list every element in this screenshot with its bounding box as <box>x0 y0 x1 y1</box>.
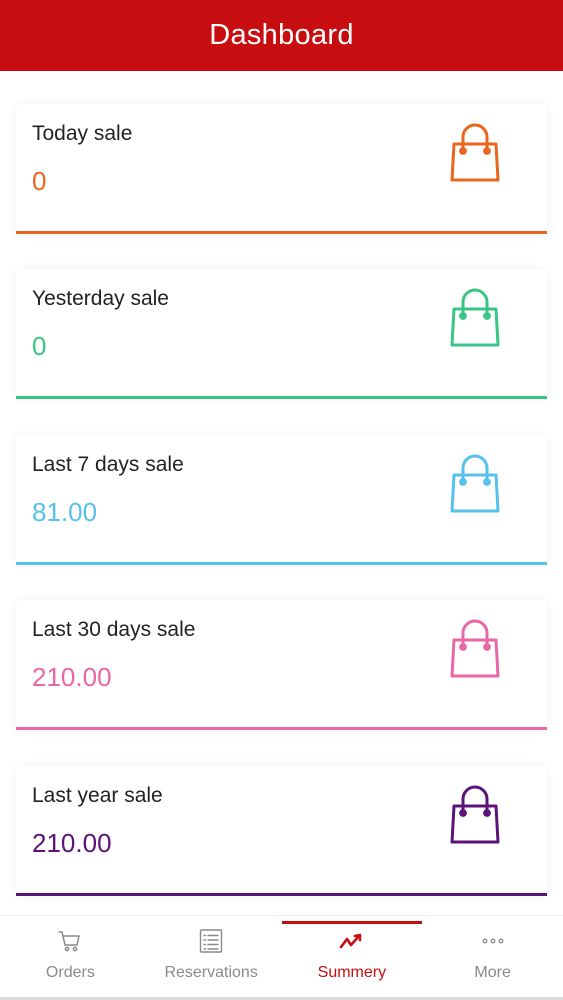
card-label: Last year sale <box>32 784 163 807</box>
shopping-bag-icon <box>446 619 504 679</box>
card-label: Last 7 days sale <box>32 453 184 476</box>
dashboard-content: Today sale 0 Yesterday sale 0 Last 7 day… <box>0 71 563 915</box>
nav-label: Summery <box>317 964 387 981</box>
nav-label: More <box>474 964 511 981</box>
shopping-bag-icon <box>446 123 504 183</box>
cart-icon <box>56 927 84 955</box>
card-label: Today sale <box>32 122 133 145</box>
card-value: 0 <box>32 166 47 196</box>
nav-item-reservations[interactable]: Reservations <box>141 916 282 1000</box>
shopping-bag-icon <box>446 785 504 845</box>
card-label: Last 30 days sale <box>32 618 196 641</box>
card-value: 0 <box>32 331 47 361</box>
active-tab-indicator <box>281 921 422 924</box>
sale-card-today[interactable]: Today sale 0 <box>16 104 547 234</box>
list-icon <box>197 927 225 955</box>
card-value: 210.00 <box>32 662 112 692</box>
shopping-bag-icon <box>446 454 504 514</box>
sale-card-yesterday[interactable]: Yesterday sale 0 <box>16 269 547 399</box>
bottom-nav: Orders Reservations Summery More <box>0 915 563 1000</box>
nav-label: Orders <box>45 964 95 981</box>
page-title: Dashboard <box>209 19 354 51</box>
trend-chart-icon <box>338 927 366 955</box>
app-header: Dashboard <box>0 0 563 71</box>
sale-card-last-30-days[interactable]: Last 30 days sale 210.00 <box>16 600 547 730</box>
card-value: 210.00 <box>32 828 112 858</box>
nav-item-more[interactable]: More <box>422 916 563 1000</box>
nav-item-summery[interactable]: Summery <box>281 916 423 1000</box>
sale-card-last-7-days[interactable]: Last 7 days sale 81.00 <box>16 435 547 565</box>
card-value: 81.00 <box>32 497 98 527</box>
nav-label: Reservations <box>164 964 258 981</box>
nav-item-orders[interactable]: Orders <box>0 916 141 1000</box>
more-dots-icon <box>479 927 507 955</box>
shopping-bag-icon <box>446 288 504 348</box>
card-label: Yesterday sale <box>32 287 169 310</box>
sale-card-last-year[interactable]: Last year sale 210.00 <box>16 766 547 896</box>
